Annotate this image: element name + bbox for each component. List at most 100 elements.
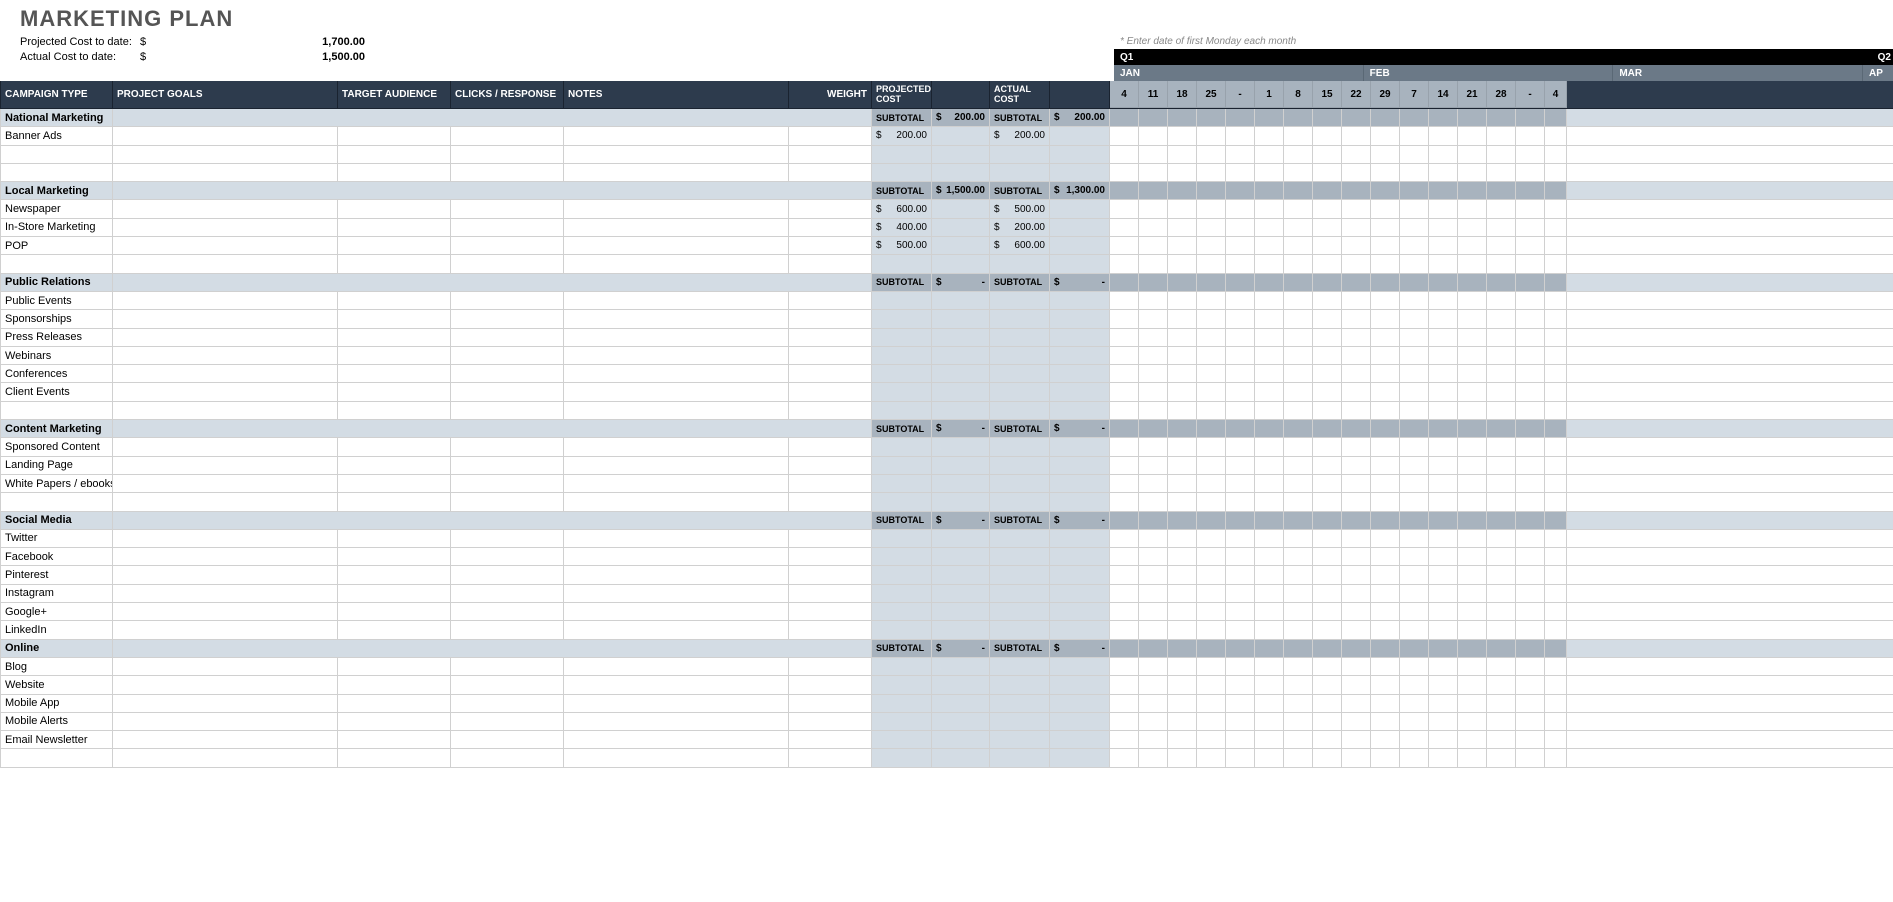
calendar-cell[interactable]: [1371, 420, 1400, 437]
calendar-cell[interactable]: [1139, 292, 1168, 309]
calendar-cell[interactable]: [1313, 603, 1342, 620]
calendar-cell[interactable]: [1400, 749, 1429, 766]
calendar-cell[interactable]: [1545, 548, 1567, 565]
row-actual[interactable]: [990, 658, 1050, 675]
row-name[interactable]: Sponsored Content: [0, 438, 113, 455]
row-weight[interactable]: [789, 383, 872, 400]
calendar-cell[interactable]: [1226, 127, 1255, 144]
row-name[interactable]: Public Events: [0, 292, 113, 309]
row-projected[interactable]: [872, 164, 932, 181]
calendar-cell[interactable]: [1255, 219, 1284, 236]
calendar-cell[interactable]: [1313, 109, 1342, 126]
calendar-cell[interactable]: [1197, 530, 1226, 547]
row-audience[interactable]: [338, 585, 451, 602]
calendar-cell[interactable]: [1168, 127, 1197, 144]
row-projected[interactable]: [872, 603, 932, 620]
row-audience[interactable]: [338, 383, 451, 400]
calendar-cell[interactable]: [1458, 420, 1487, 437]
calendar-cell[interactable]: [1545, 383, 1567, 400]
row-actual-extra[interactable]: [1050, 164, 1110, 181]
calendar-cell[interactable]: [1342, 475, 1371, 492]
row-projected-extra[interactable]: [932, 457, 990, 474]
calendar-cell[interactable]: [1545, 731, 1567, 748]
calendar-cell[interactable]: [1458, 146, 1487, 163]
calendar-cell[interactable]: [1168, 676, 1197, 693]
calendar-cell[interactable]: [1458, 475, 1487, 492]
row-projected[interactable]: [872, 438, 932, 455]
row-goals[interactable]: [113, 329, 338, 346]
calendar-cell[interactable]: [1168, 457, 1197, 474]
row-actual-extra[interactable]: [1050, 292, 1110, 309]
calendar-cell[interactable]: [1139, 383, 1168, 400]
row-projected-extra[interactable]: [932, 603, 990, 620]
calendar-cell[interactable]: [1545, 347, 1567, 364]
calendar-cell[interactable]: [1371, 640, 1400, 657]
calendar-cell[interactable]: [1226, 749, 1255, 766]
row-clicks[interactable]: [451, 749, 564, 766]
row-goals[interactable]: [113, 200, 338, 217]
row-goals[interactable]: [113, 658, 338, 675]
calendar-cell[interactable]: [1168, 640, 1197, 657]
row-clicks[interactable]: [451, 292, 564, 309]
calendar-cell[interactable]: [1400, 493, 1429, 510]
calendar-cell[interactable]: [1168, 255, 1197, 272]
calendar-cell[interactable]: [1371, 274, 1400, 291]
calendar-cell[interactable]: [1168, 475, 1197, 492]
row-goals[interactable]: [113, 676, 338, 693]
row-goals[interactable]: [113, 695, 338, 712]
row-name[interactable]: Webinars: [0, 347, 113, 364]
calendar-cell[interactable]: [1487, 383, 1516, 400]
calendar-cell[interactable]: [1168, 237, 1197, 254]
calendar-cell[interactable]: [1110, 402, 1139, 419]
row-actual[interactable]: [990, 475, 1050, 492]
calendar-cell[interactable]: [1168, 292, 1197, 309]
calendar-cell[interactable]: [1255, 658, 1284, 675]
calendar-cell[interactable]: [1197, 164, 1226, 181]
calendar-cell[interactable]: [1110, 438, 1139, 455]
calendar-cell[interactable]: [1429, 695, 1458, 712]
row-clicks[interactable]: [451, 438, 564, 455]
calendar-cell[interactable]: [1342, 310, 1371, 327]
calendar-cell[interactable]: [1226, 640, 1255, 657]
calendar-cell[interactable]: [1226, 548, 1255, 565]
calendar-cell[interactable]: [1458, 347, 1487, 364]
calendar-cell[interactable]: [1313, 475, 1342, 492]
row-goals[interactable]: [113, 146, 338, 163]
row-notes[interactable]: [564, 237, 789, 254]
calendar-cell[interactable]: [1110, 420, 1139, 437]
calendar-cell[interactable]: [1545, 146, 1567, 163]
calendar-cell[interactable]: [1197, 438, 1226, 455]
calendar-cell[interactable]: [1400, 219, 1429, 236]
calendar-cell[interactable]: [1255, 164, 1284, 181]
row-clicks[interactable]: [451, 713, 564, 730]
row-audience[interactable]: [338, 493, 451, 510]
calendar-cell[interactable]: [1313, 749, 1342, 766]
calendar-cell[interactable]: [1516, 347, 1545, 364]
calendar-cell[interactable]: [1110, 292, 1139, 309]
calendar-cell[interactable]: [1226, 255, 1255, 272]
calendar-cell[interactable]: [1226, 274, 1255, 291]
row-actual[interactable]: [990, 329, 1050, 346]
calendar-cell[interactable]: [1400, 475, 1429, 492]
calendar-cell[interactable]: [1545, 713, 1567, 730]
row-actual[interactable]: [990, 585, 1050, 602]
calendar-cell[interactable]: [1487, 585, 1516, 602]
calendar-cell[interactable]: [1313, 219, 1342, 236]
row-weight[interactable]: [789, 530, 872, 547]
row-notes[interactable]: [564, 365, 789, 382]
row-audience[interactable]: [338, 658, 451, 675]
calendar-cell[interactable]: [1371, 255, 1400, 272]
row-clicks[interactable]: [451, 621, 564, 638]
row-weight[interactable]: [789, 365, 872, 382]
calendar-cell[interactable]: [1371, 457, 1400, 474]
row-name[interactable]: White Papers / ebooks: [0, 475, 113, 492]
calendar-cell[interactable]: [1516, 475, 1545, 492]
row-goals[interactable]: [113, 365, 338, 382]
calendar-cell[interactable]: [1255, 438, 1284, 455]
calendar-cell[interactable]: [1371, 713, 1400, 730]
calendar-cell[interactable]: [1139, 621, 1168, 638]
calendar-cell[interactable]: [1139, 219, 1168, 236]
row-goals[interactable]: [113, 475, 338, 492]
calendar-cell[interactable]: [1487, 603, 1516, 620]
row-projected-extra[interactable]: [932, 347, 990, 364]
